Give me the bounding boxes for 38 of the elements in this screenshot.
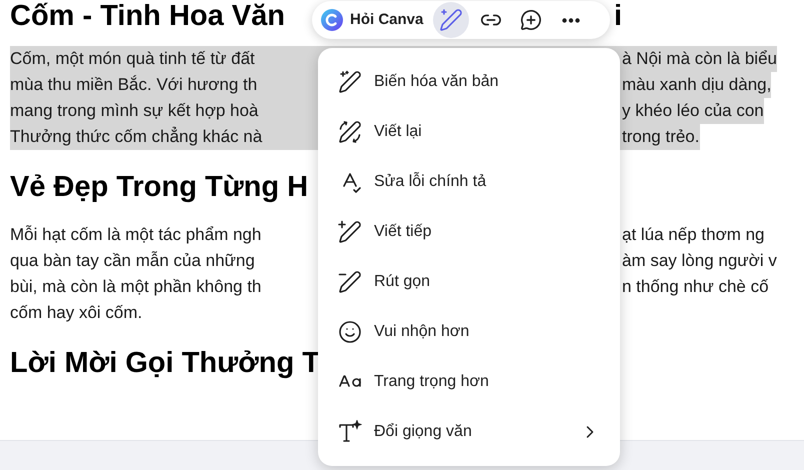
- paragraph-text: bùi, mà còn là một phần không th: [10, 277, 262, 296]
- pencil-plus-icon: [338, 220, 362, 244]
- pencil-arrows-icon: [338, 120, 362, 144]
- paragraph-text: mang trong mình sự kết hợp hoà: [10, 101, 258, 120]
- menu-item[interactable]: Biến hóa văn bản: [326, 57, 612, 107]
- section-heading: i: [614, 0, 622, 34]
- paragraph-text: màu xanh dịu dàng,: [622, 74, 772, 96]
- paragraph-text: àm say lòng người v: [622, 250, 777, 272]
- paragraph-text: y khéo léo của con: [622, 100, 764, 122]
- menu-item[interactable]: Vui nhộn hơn: [326, 307, 612, 357]
- paragraph-text: qua bàn tay cần mẫn của những: [10, 251, 255, 270]
- section-heading: Vẻ Đẹp Trong Từng H: [10, 171, 308, 204]
- pencil-minus-icon: [338, 270, 362, 294]
- magic-pencil-icon: [439, 8, 464, 32]
- sparkle-pencil-icon: [338, 70, 362, 94]
- menu-item[interactable]: Viết tiếp: [326, 207, 612, 257]
- paragraph-text: Mỗi hạt cốm là một tác phẩm ngh: [10, 225, 262, 244]
- paragraph-text: n thống như chè cố: [622, 276, 769, 298]
- paragraph-text: Cốm, một món quà tinh tế từ đất: [10, 49, 255, 68]
- paragraph-text: ạt lúa nếp thơm ng: [622, 224, 765, 246]
- assistant-logo-icon: [320, 8, 344, 32]
- paragraph-text: Thưởng thức cốm chẳng khác nà: [10, 127, 262, 146]
- paragraph-text: cốm hay xôi cốm.: [10, 303, 142, 322]
- menu-item[interactable]: Sửa lỗi chính tả: [326, 157, 612, 207]
- smile-icon: [338, 320, 362, 344]
- section-heading: Cốm - Tinh Hoa Văn: [10, 0, 285, 32]
- menu-item[interactable]: Rút gọn: [326, 257, 612, 307]
- paragraph-text: mùa thu miền Bắc. Với hương th: [10, 75, 258, 94]
- menu-item[interactable]: Đổi giọng văn: [326, 407, 612, 457]
- more-icon: [562, 18, 580, 22]
- menu-item[interactable]: Viết lại: [326, 107, 612, 157]
- section-heading: Lời Mời Gọi Thưởng T: [10, 347, 320, 380]
- menu-item[interactable]: Trang trọng hơn: [326, 357, 612, 407]
- ask-canva-button[interactable]: Hỏi Canva: [320, 5, 430, 35]
- comment-add-icon: [520, 9, 542, 31]
- text-sparkle-icon: [338, 420, 362, 444]
- paragraph-text: à Nội mà còn là biểu: [622, 48, 777, 70]
- paragraph-text: trong trẻo.: [622, 126, 700, 148]
